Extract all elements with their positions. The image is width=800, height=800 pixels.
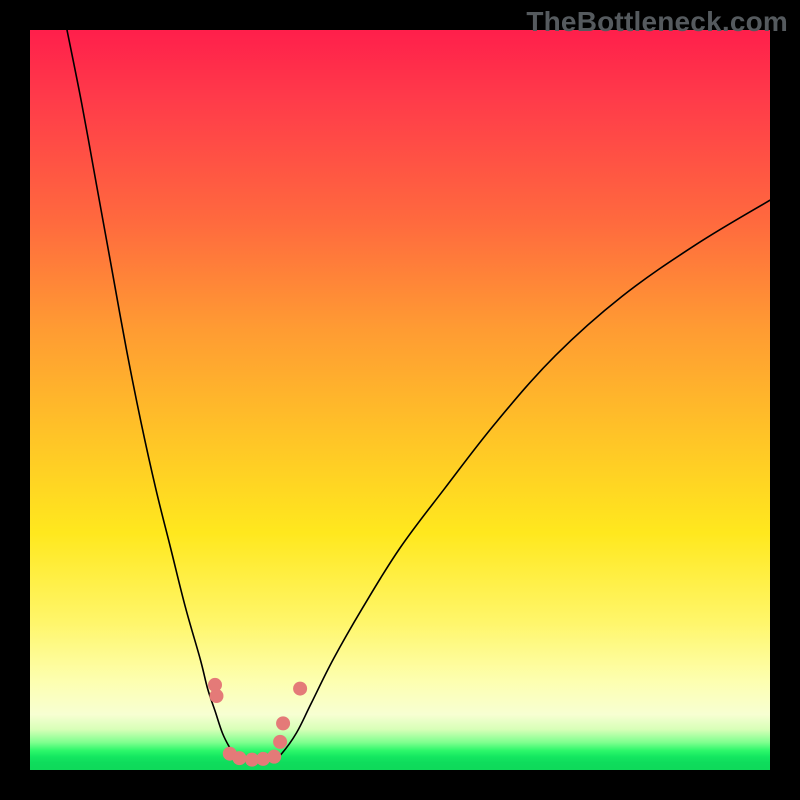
bottleneck-curve	[67, 30, 770, 762]
chart-frame	[0, 0, 800, 800]
plot-area	[30, 30, 770, 770]
data-marker	[267, 750, 281, 764]
watermark-text: TheBottleneck.com	[526, 6, 788, 38]
chart-svg	[30, 30, 770, 770]
marker-group	[208, 678, 307, 767]
data-marker	[273, 735, 287, 749]
curve-group	[67, 30, 770, 762]
chart-container: TheBottleneck.com	[0, 0, 800, 800]
data-marker	[209, 689, 223, 703]
data-marker	[276, 716, 290, 730]
data-marker	[232, 751, 246, 765]
data-marker	[293, 682, 307, 696]
